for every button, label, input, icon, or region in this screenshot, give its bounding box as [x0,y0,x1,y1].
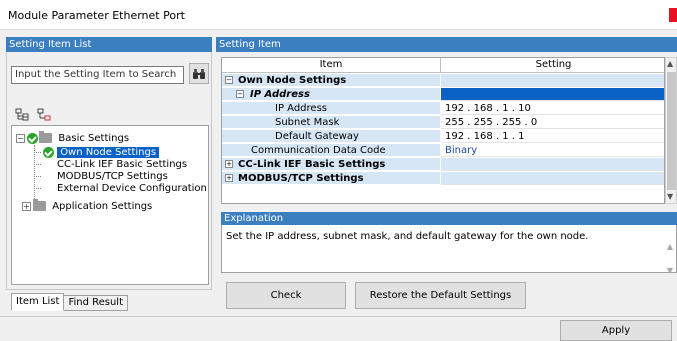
row-item-label: Subnet Mask [275,117,340,128]
scrollbar-thumb[interactable] [667,72,676,190]
table-row[interactable]: − IP Address [222,88,664,101]
tree-item-label: External Device Configuration [57,183,207,194]
tree-item-label: Application Settings [52,201,153,212]
setting-tree: − Basic Settings Own Node Settings CC-Li… [11,125,209,285]
column-header-item: Item [222,58,441,73]
expand-icon[interactable]: + [225,174,233,182]
left-tab-bar: Item List Find Result [11,293,129,311]
explanation-header: Explanation [221,212,677,225]
row-item-label: Communication Data Code [251,145,386,156]
row-item-label: IP Address [250,89,310,100]
table-row[interactable]: + MODBUS/TCP Settings [222,172,664,185]
restore-button-label: Restore the Default Settings [369,290,512,301]
explanation-box: Set the IP address, subnet mask, and def… [221,225,677,275]
row-item-cell: + MODBUS/TCP Settings [222,172,441,185]
row-item-label: Default Gateway [275,131,359,142]
apply-button[interactable]: Apply [560,320,672,341]
collapse-icon[interactable]: − [236,90,244,98]
row-item-cell: Communication Data Code [222,144,441,157]
default-gateway-value[interactable]: 192 . 168 . 1 . 1 [441,130,664,143]
row-setting-cell [441,158,664,171]
row-setting-cell [441,172,664,185]
check-icon [43,146,54,158]
row-item-label: MODBUS/TCP Settings [238,173,364,184]
apply-button-label: Apply [601,325,631,336]
check-button-label: Check [270,290,302,301]
table-row[interactable]: − Own Node Settings [222,74,664,87]
setting-item-header: Setting Item [216,37,677,52]
row-item-cell: Default Gateway [222,130,441,143]
row-item-label: Own Node Settings [238,75,347,86]
expand-icon[interactable]: + [225,160,233,168]
tree-item-label: MODBUS/TCP Settings [57,171,168,182]
tree-toolbar [15,108,51,121]
tree-item-basic-settings[interactable]: Basic Settings [27,131,130,145]
subnet-mask-value[interactable]: 255 . 255 . 255 . 0 [441,116,664,129]
grid-scrollbar[interactable]: ▲ ▼ [665,57,677,204]
collapse-all-icon[interactable] [37,108,51,121]
table-row[interactable]: IP Address 192 . 168 . 1 . 10 [222,102,664,115]
row-item-cell: Subnet Mask [222,116,441,129]
search-button[interactable] [189,63,209,84]
communication-data-code-value[interactable]: Binary [441,144,664,157]
tree-connector [34,188,41,189]
table-row[interactable]: Subnet Mask 255 . 255 . 255 . 0 [222,116,664,129]
row-item-cell: IP Address [222,102,441,115]
collapse-basic-settings-icon[interactable]: − [16,134,25,143]
table-row[interactable]: Default Gateway 192 . 168 . 1 . 1 [222,130,664,143]
column-header-setting: Setting [535,59,572,70]
folder-icon [39,131,53,143]
search-input[interactable]: Input the Setting Item to Search [11,66,184,84]
table-row[interactable]: Communication Data Code Binary [222,144,664,157]
expand-all-icon[interactable] [15,108,29,121]
scroll-up-icon[interactable]: ▲ [667,59,673,68]
folder-icon [33,199,46,211]
check-icon [27,132,38,144]
row-item-label: IP Address [275,103,327,114]
grid-header: Item Setting [222,58,664,73]
explanation-text: Set the IP address, subnet mask, and def… [226,231,589,242]
tree-item-application-settings[interactable]: Application Settings [33,199,153,213]
window-title: Module Parameter Ethernet Port [8,9,185,22]
ip-address-value[interactable]: 192 . 168 . 1 . 10 [441,102,664,115]
tree-connector [34,152,41,153]
table-row[interactable]: + CC-Link IEF Basic Settings [222,158,664,171]
tree-item-external-device-configuration[interactable]: External Device Configuration [57,182,207,195]
title-bar: Module Parameter Ethernet Port [0,0,677,30]
check-button[interactable]: Check [226,282,346,309]
settings-grid: Item Setting − Own Node Settings − IP Ad… [221,57,665,204]
row-setting-cell [441,88,664,101]
expand-application-settings-icon[interactable]: + [22,202,31,211]
tree-connector [34,145,35,203]
tree-connector [34,176,41,177]
explanation-scroll-icon[interactable]: ▲ ▼ [667,235,673,283]
tree-item-label: Own Node Settings [57,147,160,158]
restore-default-settings-button[interactable]: Restore the Default Settings [355,282,526,309]
setting-item-list-header: Setting Item List [6,37,212,52]
tree-item-label: CC-Link IEF Basic Settings [57,159,188,170]
row-setting-cell [441,74,664,87]
tree-connector [34,164,41,165]
row-item-cell: − Own Node Settings [222,74,441,87]
scroll-down-icon[interactable]: ▼ [667,192,673,201]
row-item-cell: + CC-Link IEF Basic Settings [222,158,441,171]
collapse-icon[interactable]: − [225,76,233,84]
tab-item-list[interactable]: Item List [11,293,65,311]
row-item-label: CC-Link IEF Basic Settings [238,159,386,170]
row-item-cell: − IP Address [222,88,441,101]
binoculars-icon [193,68,205,79]
close-button[interactable] [669,8,677,22]
tree-item-label: Basic Settings [58,133,130,144]
tab-find-result[interactable]: Find Result [64,295,129,311]
